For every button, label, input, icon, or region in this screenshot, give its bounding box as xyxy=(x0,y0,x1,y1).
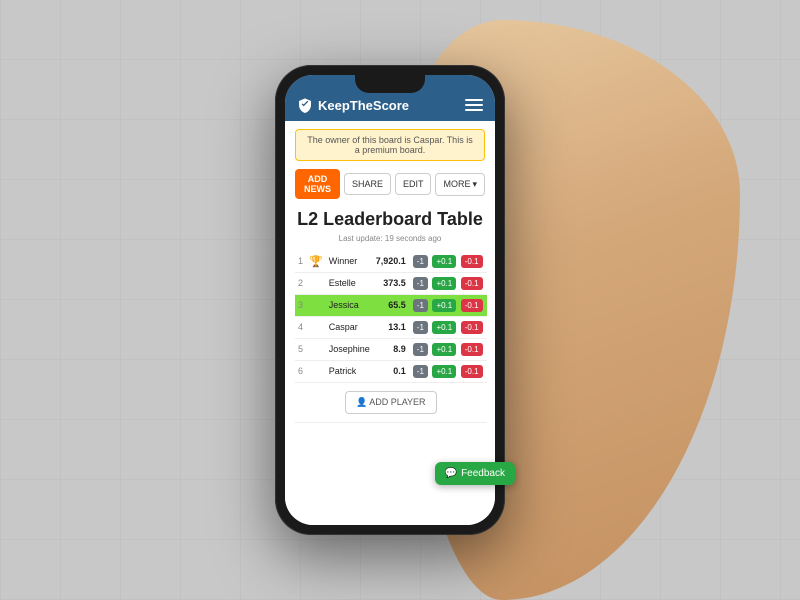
plus-button[interactable]: +0.1 xyxy=(432,255,456,268)
score-actions: -1 +0.1 -0.1 xyxy=(409,251,487,273)
trophy-cell: 🏆 xyxy=(306,251,326,273)
trophy-cell xyxy=(306,360,326,382)
rank-cell: 2 xyxy=(295,272,306,294)
add-player-row: 👤 ADD PLAYER xyxy=(295,382,487,422)
minus-button[interactable]: -1 xyxy=(413,343,428,356)
player-name: Caspar xyxy=(326,316,373,338)
feedback-icon: 💬 xyxy=(445,468,457,479)
player-name: Patrick xyxy=(326,360,373,382)
player-score: 7,920.1 xyxy=(373,251,409,273)
minus-button[interactable]: -1 xyxy=(413,255,428,268)
neg-button[interactable]: -0.1 xyxy=(461,299,483,312)
neg-button[interactable]: -0.1 xyxy=(461,365,483,378)
app-name: KeepTheScore xyxy=(318,98,409,113)
more-button[interactable]: MORE ▾ xyxy=(435,173,485,196)
player-score: 8.9 xyxy=(373,338,409,360)
action-bar: ADD NEWS SHARE EDIT MORE ▾ xyxy=(295,169,485,199)
rank-cell: 1 xyxy=(295,251,306,273)
plus-button[interactable]: +0.1 xyxy=(432,277,456,290)
scene: KeepTheScore The owner of this board is … xyxy=(0,0,800,600)
plus-button[interactable]: +0.1 xyxy=(432,321,456,334)
last-update: Last update: 19 seconds ago xyxy=(295,234,485,243)
edit-button[interactable]: EDIT xyxy=(395,173,432,195)
chevron-down-icon: ▾ xyxy=(472,179,477,190)
table-row: 4 Caspar 13.1 -1 +0.1 -0.1 xyxy=(295,316,487,338)
phone-device: KeepTheScore The owner of this board is … xyxy=(275,65,505,535)
leaderboard-table: 1 🏆 Winner 7,920.1 -1 +0.1 -0.1 2 Estell… xyxy=(295,251,487,423)
add-player-icon: 👤 xyxy=(356,397,369,407)
trophy-cell xyxy=(306,294,326,316)
owner-notice: The owner of this board is Caspar. This … xyxy=(295,129,485,161)
minus-button[interactable]: -1 xyxy=(413,321,428,334)
plus-button[interactable]: +0.1 xyxy=(432,343,456,356)
rank-cell: 3 xyxy=(295,294,306,316)
neg-button[interactable]: -0.1 xyxy=(461,255,483,268)
player-score: 0.1 xyxy=(373,360,409,382)
player-name: Winner xyxy=(326,251,373,273)
neg-button[interactable]: -0.1 xyxy=(461,277,483,290)
neg-button[interactable]: -0.1 xyxy=(461,343,483,356)
plus-button[interactable]: +0.1 xyxy=(432,299,456,312)
board-title: L2 Leaderboard Table xyxy=(295,209,485,231)
table-row: 3 Jessica 65.5 -1 +0.1 -0.1 xyxy=(295,294,487,316)
trophy-cell xyxy=(306,316,326,338)
plus-button[interactable]: +0.1 xyxy=(432,365,456,378)
add-player-button[interactable]: 👤 ADD PLAYER xyxy=(345,391,437,414)
score-actions: -1 +0.1 -0.1 xyxy=(409,272,487,294)
menu-button[interactable] xyxy=(465,99,483,111)
neg-button[interactable]: -0.1 xyxy=(461,321,483,334)
player-score: 13.1 xyxy=(373,316,409,338)
table-row: 1 🏆 Winner 7,920.1 -1 +0.1 -0.1 xyxy=(295,251,487,273)
app-logo: KeepTheScore xyxy=(297,97,409,113)
player-name: Josephine xyxy=(326,338,373,360)
table-row: 2 Estelle 373.5 -1 +0.1 -0.1 xyxy=(295,272,487,294)
minus-button[interactable]: -1 xyxy=(413,299,428,312)
add-news-button[interactable]: ADD NEWS xyxy=(295,169,340,199)
score-actions: -1 +0.1 -0.1 xyxy=(409,360,487,382)
trophy-cell xyxy=(306,272,326,294)
shield-icon xyxy=(297,97,313,113)
trophy-cell xyxy=(306,338,326,360)
rank-cell: 4 xyxy=(295,316,306,338)
table-row: 5 Josephine 8.9 -1 +0.1 -0.1 xyxy=(295,338,487,360)
rank-cell: 5 xyxy=(295,338,306,360)
phone-screen: KeepTheScore The owner of this board is … xyxy=(285,75,495,525)
score-actions: -1 +0.1 -0.1 xyxy=(409,316,487,338)
player-name: Estelle xyxy=(326,272,373,294)
score-actions: -1 +0.1 -0.1 xyxy=(409,294,487,316)
rank-cell: 6 xyxy=(295,360,306,382)
minus-button[interactable]: -1 xyxy=(413,365,428,378)
trophy-icon: 🏆 xyxy=(309,256,323,268)
feedback-button[interactable]: 💬 Feedback xyxy=(435,462,515,485)
share-button[interactable]: SHARE xyxy=(344,173,391,195)
phone-notch xyxy=(355,75,425,93)
player-name: Jessica xyxy=(326,294,373,316)
table-row: 6 Patrick 0.1 -1 +0.1 -0.1 xyxy=(295,360,487,382)
player-score: 373.5 xyxy=(373,272,409,294)
player-score: 65.5 xyxy=(373,294,409,316)
minus-button[interactable]: -1 xyxy=(413,277,428,290)
score-actions: -1 +0.1 -0.1 xyxy=(409,338,487,360)
